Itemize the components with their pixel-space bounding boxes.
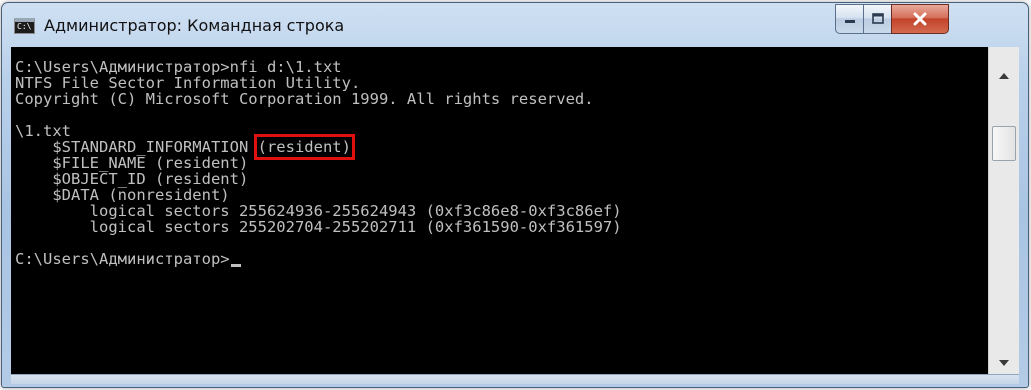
text-cursor [230,264,241,267]
title-bar[interactable]: C:\ Администратор: Командная строка [2,3,1028,47]
window-bottom-border [11,374,1019,384]
close-button[interactable] [891,4,949,34]
console-line: C:\Users\Администратор>nfi d:\1.txt [15,58,342,76]
console-line: logical sectors 255202704-255202711 (0xf… [15,218,622,236]
close-icon [913,12,927,26]
console-line: logical sectors 255624936-255624943 (0xf… [15,202,622,220]
minimize-icon [844,20,855,23]
vertical-scrollbar[interactable] [988,47,1019,374]
highlighted-resident-label: (resident) [253,134,355,160]
console-line: $FILE_NAME (resident) [15,154,249,172]
console-line-standard-information: $STANDARD_INFORMATION (resident) [11,134,988,160]
minimize-button[interactable] [835,4,864,34]
maximize-icon [871,13,884,24]
scroll-thumb[interactable] [992,126,1016,161]
console-line: $OBJECT_ID (resident) [15,170,249,188]
scroll-up-button[interactable] [989,65,1019,87]
scroll-down-button[interactable] [989,352,1019,374]
maximize-button[interactable] [863,4,892,34]
arrow-up-icon [999,73,1009,79]
arrow-down-icon [999,360,1009,366]
cmd-icon[interactable]: C:\ [14,18,35,34]
command-prompt-window: C:\ Администратор: Командная строка C:\U… [1,2,1029,388]
cmd-icon-label: C:\ [17,22,32,31]
console-line: Copyright (C) Microsoft Corporation 1999… [15,90,594,108]
console-line: NTFS File Sector Information Utility. [15,74,361,92]
console-line: \1.txt [15,122,71,140]
console-output[interactable]: C:\Users\Администратор>nfi d:\1.txt NTFS… [11,47,988,374]
console-line: $DATA (nonresident) [15,186,230,204]
window-title: Администратор: Командная строка [44,16,345,35]
prompt-line: C:\Users\Администратор> [11,251,988,267]
prompt-text: C:\Users\Администратор> [15,250,230,268]
